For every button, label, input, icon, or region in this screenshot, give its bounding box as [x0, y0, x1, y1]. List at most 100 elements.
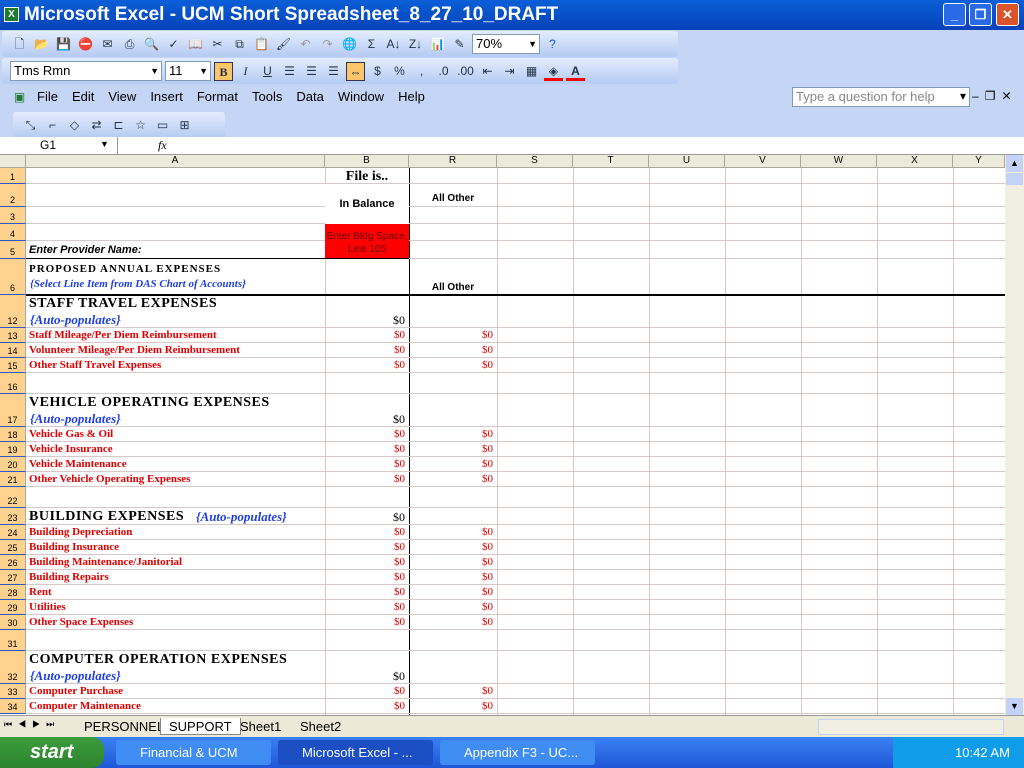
sort-descending-icon[interactable]: Z↓ — [406, 35, 425, 54]
minimize-button[interactable]: _ — [943, 3, 966, 26]
bold-icon[interactable]: B — [214, 61, 233, 81]
row-header-20[interactable]: 20 — [0, 457, 26, 472]
column-header-a[interactable]: A — [26, 155, 325, 168]
italic-icon[interactable]: I — [236, 62, 255, 81]
column-b-value[interactable]: $0 — [325, 685, 405, 697]
row-header-2[interactable]: 2 — [0, 184, 26, 207]
row-header-23[interactable]: 23 — [0, 508, 26, 525]
research-icon[interactable]: 📖 — [186, 35, 205, 54]
callout-icon[interactable]: ▭ — [153, 116, 172, 135]
column-b-value[interactable]: $0 — [325, 428, 405, 440]
font-select[interactable]: Tms Rmn — [10, 61, 162, 81]
row-header-1[interactable]: 1 — [0, 168, 26, 184]
column-b-value[interactable]: $0 — [325, 616, 405, 628]
underline-icon[interactable]: U — [258, 62, 277, 81]
column-r-value[interactable]: $0 — [409, 601, 493, 613]
permission-icon[interactable]: ⛔ — [76, 35, 95, 54]
section-total[interactable]: $0 — [325, 510, 405, 525]
more-shapes-icon[interactable]: ⊞ — [175, 116, 194, 135]
tab-support[interactable]: SUPPORT — [160, 718, 241, 735]
align-left-icon[interactable]: ☰ — [280, 62, 299, 81]
column-b-value[interactable]: $0 — [325, 458, 405, 470]
worksheet-grid[interactable]: A B R S T U V W X Y 1 2 3 4 5 6 12 STAFF TRAVEL EXPENSES{… — [0, 155, 1005, 715]
save-icon[interactable]: 💾 — [54, 35, 73, 54]
row-header-25[interactable]: 25 — [0, 540, 26, 555]
row-header-29[interactable]: 29 — [0, 600, 26, 615]
menu-format[interactable]: Format — [190, 89, 245, 104]
column-r-value[interactable]: $0 — [409, 541, 493, 553]
doc-window-controls[interactable]: ▾–❐✕ — [960, 89, 1018, 103]
column-b-value[interactable]: $0 — [325, 601, 405, 613]
row-header-24[interactable]: 24 — [0, 525, 26, 540]
column-header-r[interactable]: R — [409, 155, 497, 168]
column-b-value[interactable]: $0 — [325, 443, 405, 455]
column-b-value[interactable]: $0 — [325, 329, 405, 341]
row-header-19[interactable]: 19 — [0, 442, 26, 457]
column-b-value[interactable]: $0 — [325, 571, 405, 583]
row-header-14[interactable]: 14 — [0, 343, 26, 358]
section-total[interactable]: $0 — [325, 669, 405, 684]
horizontal-scrollbar[interactable] — [818, 719, 1004, 735]
menu-tools[interactable]: Tools — [245, 89, 289, 104]
help-icon[interactable]: ? — [543, 35, 562, 54]
row-header-17[interactable]: 17 — [0, 394, 26, 427]
shape-icon[interactable]: ◇ — [65, 116, 84, 135]
section-total[interactable]: $0 — [325, 313, 405, 328]
taskbar-item-appendix[interactable]: Appendix F3 - UC... — [440, 740, 595, 765]
help-search-input[interactable]: Type a question for help — [792, 87, 970, 107]
paste-icon[interactable]: 📋 — [252, 35, 271, 54]
print-icon[interactable]: ⎙ — [120, 35, 139, 54]
column-r-value[interactable]: $0 — [409, 344, 493, 356]
column-b-value[interactable]: $0 — [325, 700, 405, 712]
column-header-x[interactable]: X — [877, 155, 953, 168]
column-b-value[interactable]: $0 — [325, 556, 405, 568]
undo-icon[interactable]: ↶ — [296, 35, 315, 54]
row-header-32[interactable]: 32 — [0, 651, 26, 684]
align-right-icon[interactable]: ☰ — [324, 62, 343, 81]
menu-edit[interactable]: Edit — [65, 89, 101, 104]
vertical-scrollbar[interactable]: ▲ ▼ — [1005, 155, 1024, 715]
copy-icon[interactable]: ⧉ — [230, 35, 249, 54]
hyperlink-icon[interactable]: 🌐 — [340, 35, 359, 54]
column-header-b[interactable]: B — [325, 155, 409, 168]
row-header-13[interactable]: 13 — [0, 328, 26, 343]
cut-icon[interactable]: ✂ — [208, 35, 227, 54]
start-button[interactable]: start — [0, 737, 104, 768]
redo-icon[interactable]: ↷ — [318, 35, 337, 54]
menu-insert[interactable]: Insert — [143, 89, 190, 104]
elbow-icon[interactable]: ⌐ — [43, 116, 62, 135]
increase-decimal-icon[interactable]: .0 — [434, 62, 453, 81]
select-all-corner[interactable] — [0, 155, 26, 168]
arrow-shape-icon[interactable]: ⇄ — [87, 116, 106, 135]
fx-icon[interactable]: fx — [158, 138, 167, 153]
taskbar-item-excel[interactable]: Microsoft Excel - ... — [278, 740, 433, 765]
row-header-15[interactable]: 15 — [0, 358, 26, 373]
row-header-5[interactable]: 5 — [0, 241, 26, 259]
tab-sheet1[interactable]: Sheet1 — [232, 718, 289, 735]
column-header-u[interactable]: U — [649, 155, 725, 168]
percent-icon[interactable]: % — [390, 62, 409, 81]
row-header-16[interactable]: 16 — [0, 373, 26, 394]
menu-file[interactable]: File — [30, 89, 65, 104]
email-icon[interactable]: ✉ — [98, 35, 117, 54]
restore-button[interactable]: ❐ — [969, 3, 992, 26]
increase-indent-icon[interactable]: ⇥ — [500, 62, 519, 81]
merge-center-icon[interactable]: ⇔ — [346, 61, 365, 81]
close-button[interactable]: ✕ — [996, 3, 1019, 26]
menu-data[interactable]: Data — [289, 89, 330, 104]
column-b-value[interactable]: $0 — [325, 473, 405, 485]
section-total[interactable]: $0 — [325, 412, 405, 427]
column-r-value[interactable]: $0 — [409, 458, 493, 470]
column-r-value[interactable]: $0 — [409, 586, 493, 598]
column-r-value[interactable]: $0 — [409, 428, 493, 440]
format-painter-icon[interactable]: 🖌 — [274, 35, 293, 54]
row-header-22[interactable]: 22 — [0, 487, 26, 508]
tab-sheet2[interactable]: Sheet2 — [292, 718, 349, 735]
row-header-21[interactable]: 21 — [0, 472, 26, 487]
zoom-select[interactable]: 70% — [472, 34, 540, 54]
column-r-value[interactable]: $0 — [409, 443, 493, 455]
column-r-value[interactable]: $0 — [409, 526, 493, 538]
new-icon[interactable]: 🗋 — [10, 35, 29, 54]
scroll-down-icon[interactable]: ▼ — [1006, 698, 1023, 715]
column-header-w[interactable]: W — [801, 155, 877, 168]
